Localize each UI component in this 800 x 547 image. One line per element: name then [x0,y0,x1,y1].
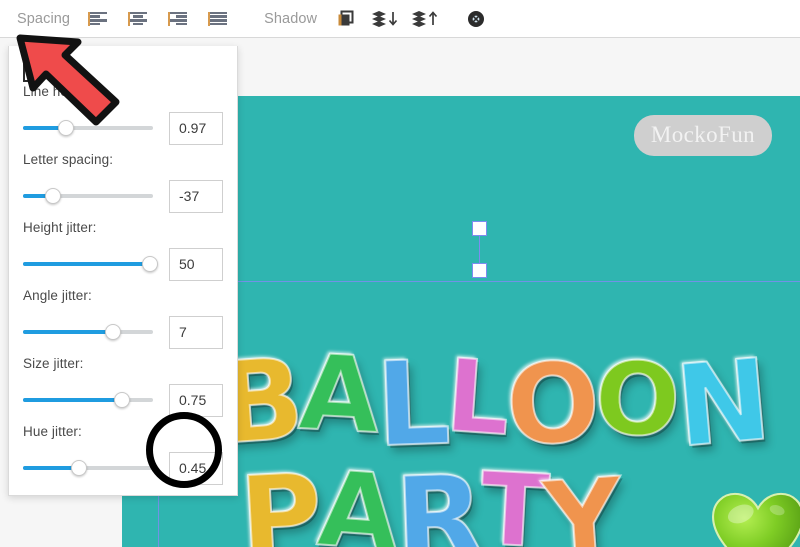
align-center-icon[interactable] [123,4,153,34]
mockofun-watermark: MockoFun [633,115,772,156]
panel-caret [29,37,45,46]
hue-jitter-value-input[interactable]: 0.45 [169,451,223,485]
hue-jitter-slider-thumb[interactable] [70,460,87,476]
rotation-handle[interactable] [472,221,487,236]
balloon-letter: L [373,335,454,474]
size-jitter-row: 0.75 [23,380,223,420]
top-toolbar: Spacing Shadow [0,0,800,38]
angle-jitter-slider-thumb[interactable] [104,324,121,340]
height-jitter-slider-fill [23,262,151,266]
control-size-jitter: Size jitter: 0.75 [23,356,223,420]
height-jitter-slider-thumb[interactable] [142,256,159,272]
hue-jitter-row: 0.45 [23,448,223,488]
align-justify-icon[interactable] [203,4,233,34]
control-letter-spacing: Letter spacing: -37 [23,152,223,216]
balloon-letter: N [670,334,777,474]
hue-jitter-label: Hue jitter: [23,424,82,439]
align-right-icon[interactable] [163,4,193,34]
balloon-letter: O [592,339,683,461]
balloon-letter: A [296,330,385,458]
size-jitter-slider[interactable] [23,389,153,411]
angle-jitter-label: Angle jitter: [23,288,92,303]
control-hue-jitter: Hue jitter: 0.45 [23,424,223,488]
spacing-button[interactable]: Spacing [9,11,78,27]
height-jitter-slider[interactable] [23,253,159,275]
send-layer-down-icon[interactable] [370,4,400,34]
height-jitter-label: Height jitter: [23,220,97,235]
balloon-letter: L [441,336,515,459]
size-jitter-slider-thumb[interactable] [113,392,130,408]
balloon-letter: P [236,449,327,547]
size-jitter-slider-fill [23,398,122,402]
spacing-settings-panel: Line height: 0.97 Letter spacing: -37 Height… [8,46,238,496]
line-height-slider[interactable] [23,117,153,139]
control-line-height: Line height: 0.97 [23,84,223,148]
resize-handle[interactable] [472,263,487,278]
letter-spacing-value-input[interactable]: -37 [169,179,223,213]
shadow-button[interactable]: Shadow [256,11,325,27]
letter-spacing-slider[interactable] [23,185,153,207]
angle-jitter-value-input[interactable]: 7 [169,315,223,349]
size-jitter-label: Size jitter: [23,356,84,371]
duplicate-layer-icon[interactable] [330,4,360,34]
letter-spacing-slider-thumb[interactable] [44,188,61,204]
balloon-letter: A [313,446,404,547]
line-height-value-input[interactable]: 0.97 [169,111,223,145]
angle-jitter-slider-fill [23,330,113,334]
size-jitter-value-input[interactable]: 0.75 [169,383,223,417]
line-height-icon [23,60,39,82]
height-jitter-value-input[interactable]: 50 [169,247,223,281]
height-jitter-row: 50 [23,244,223,284]
control-height-jitter: Height jitter: 50 [23,220,223,284]
balloon-letter: R [391,449,487,547]
control-angle-jitter: Angle jitter: 7 [23,288,223,352]
balloon-letter: Y [539,454,628,547]
balloon-text-line-2[interactable]: PARTY [236,446,628,547]
bring-layer-up-icon[interactable] [410,4,440,34]
delete-layer-icon[interactable] [461,4,491,34]
align-left-icon[interactable] [83,4,113,34]
green-heart-balloon[interactable] [710,491,800,547]
balloon-text-line-1[interactable]: BALLOON [213,330,777,474]
angle-jitter-slider[interactable] [23,321,153,343]
line-height-row: 0.97 [23,108,223,148]
line-height-slider-thumb[interactable] [57,120,74,136]
line-height-label: Line height: [23,84,95,99]
letter-spacing-row: -37 [23,176,223,216]
balloon-letter: O [502,337,604,472]
hue-jitter-slider[interactable] [23,457,153,479]
angle-jitter-row: 7 [23,312,223,352]
letter-spacing-label: Letter spacing: [23,152,114,167]
